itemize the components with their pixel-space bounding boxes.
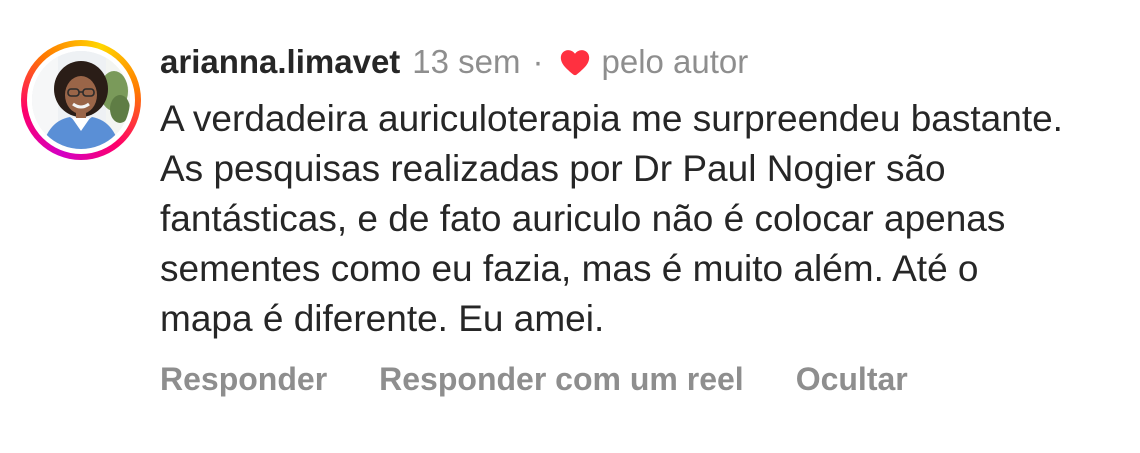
reply-with-reel-button[interactable]: Responder com um reel bbox=[379, 357, 744, 401]
timestamp: 13 sem bbox=[412, 43, 521, 80]
reply-button[interactable]: Responder bbox=[160, 357, 327, 401]
profile-photo-icon bbox=[32, 51, 130, 149]
comment: arianna.limavet 13 sem · pelo autor A ve… bbox=[0, 0, 1140, 453]
comment-text: A verdadeira auriculoterapia me surpreen… bbox=[160, 98, 1063, 339]
liked-by-author-label: pelo autor bbox=[601, 43, 749, 80]
avatar-story-ring[interactable] bbox=[21, 40, 141, 160]
comment-actions: Responder Responder com um reel Ocultar bbox=[160, 357, 908, 401]
hide-button[interactable]: Ocultar bbox=[796, 357, 908, 401]
comment-content: arianna.limavet 13 sem · pelo autor A ve… bbox=[160, 40, 1120, 344]
separator: · bbox=[532, 43, 544, 80]
comment-meta: arianna.limavet 13 sem · pelo autor bbox=[160, 40, 1120, 84]
avatar[interactable] bbox=[32, 51, 130, 149]
heart-filled-icon bbox=[558, 45, 592, 79]
username-link[interactable]: arianna.limavet bbox=[160, 40, 400, 84]
